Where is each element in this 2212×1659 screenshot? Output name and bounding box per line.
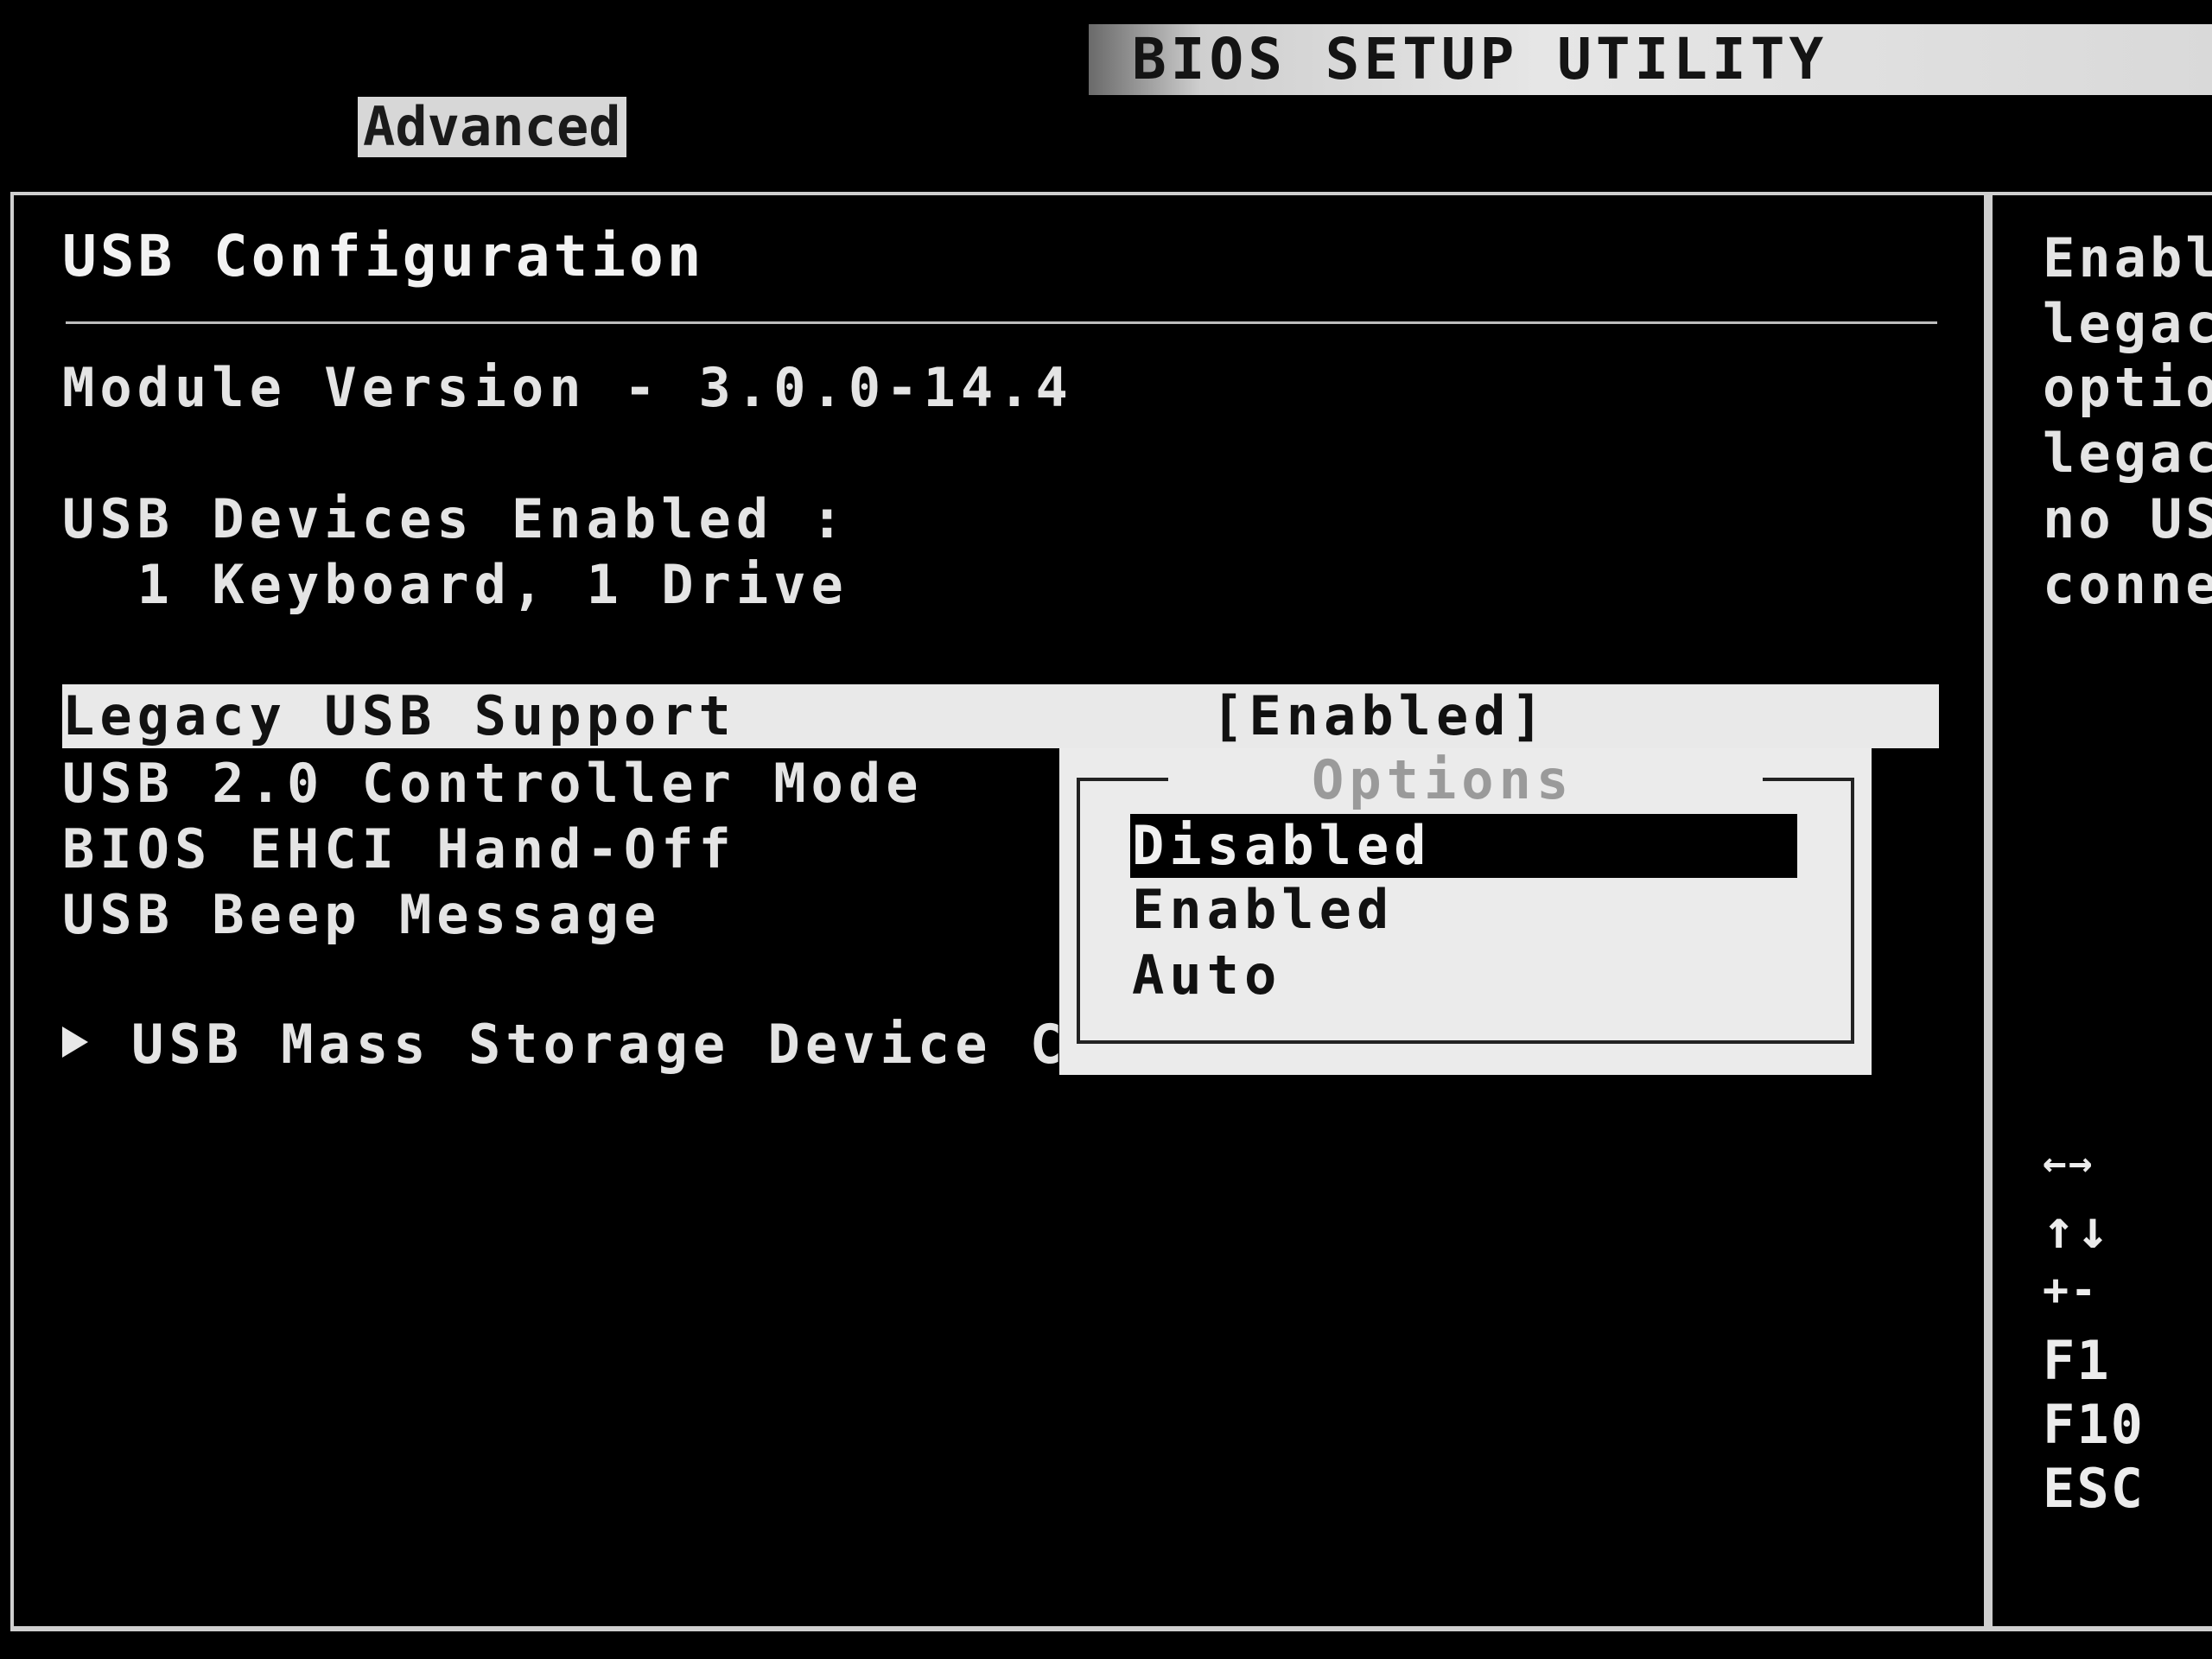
option-auto[interactable]: Auto (1132, 944, 1281, 1007)
left-right-arrow-icon: ←→ (2043, 1139, 2094, 1185)
key-f10: F10 (2043, 1393, 2145, 1456)
menu-item-usb-beep-message[interactable]: USB Beep Message (62, 883, 661, 946)
help-line: legac (2043, 422, 2212, 485)
option-enabled[interactable]: Enabled (1132, 878, 1394, 942)
help-line: Enabl (2043, 226, 2212, 289)
submenu-arrow-icon (62, 1027, 88, 1058)
divider (66, 321, 1937, 324)
popup-title: Options (1312, 748, 1574, 811)
menu-item-bios-ehci-hand-off[interactable]: BIOS EHCI Hand-Off (62, 817, 736, 880)
menu-item-label: Legacy USB Support (62, 684, 736, 747)
help-line: legac (2043, 292, 2212, 355)
menu-item-value: [Enabled] (1211, 684, 1548, 747)
plus-minus-icon: +- (2043, 1265, 2099, 1315)
popup-frame-top-right (1763, 778, 1854, 781)
menu-item-usb20-controller-mode[interactable]: USB 2.0 Controller Mode (62, 752, 924, 815)
up-down-arrow-icon: ↑↓ (2043, 1198, 2111, 1261)
option-disabled[interactable]: Disabled (1132, 814, 1432, 878)
app-title: BIOS SETUP UTILITY (1132, 26, 1828, 92)
tab-advanced[interactable]: Advanced (358, 97, 626, 157)
usb-devices-value: 1 Keyboard, 1 Drive (62, 553, 849, 616)
key-f1: F1 (2043, 1329, 2111, 1392)
help-line: no US (2043, 487, 2212, 550)
menu-item-legacy-usb-support[interactable]: Legacy USB Support [Enabled] (62, 684, 1939, 748)
section-title: USB Configuration (62, 223, 705, 289)
help-line: optio (2043, 356, 2212, 419)
usb-devices-label: USB Devices Enabled : (62, 487, 849, 550)
submenu-usb-mass-storage[interactable]: USB Mass Storage Device C (131, 1013, 1067, 1076)
popup-frame-top-left (1077, 778, 1168, 781)
key-esc: ESC (2043, 1457, 2145, 1520)
module-version: Module Version - 3.0.0-14.4 (62, 356, 1073, 419)
help-line: conne (2043, 553, 2212, 616)
